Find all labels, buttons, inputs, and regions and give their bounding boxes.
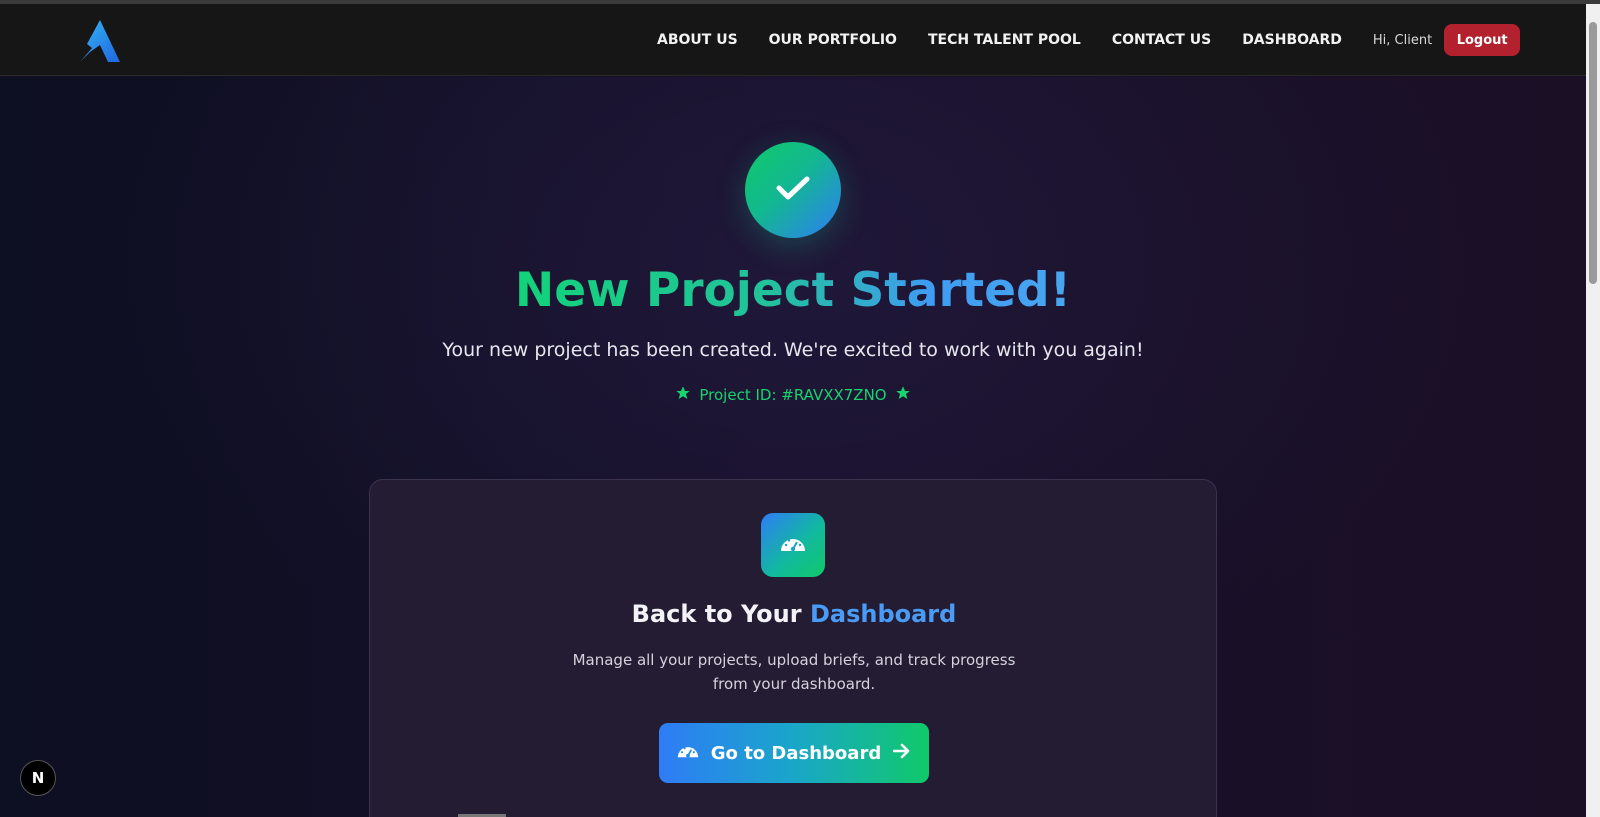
nav-contact-us[interactable]: CONTACT US [1112, 32, 1211, 48]
card-description: Manage all your projects, upload briefs,… [370, 648, 1218, 696]
logout-button[interactable]: Logout [1444, 24, 1521, 56]
go-to-dashboard-label: Go to Dashboard [710, 742, 882, 764]
page-subtitle: Your new project has been created. We're… [442, 339, 1144, 361]
go-to-dashboard-button[interactable]: Go to Dashboard [659, 723, 929, 783]
nav-tech-talent-pool[interactable]: TECH TALENT POOL [928, 32, 1081, 48]
navbar: ABOUT US OUR PORTFOLIO TECH TALENT POOL … [0, 4, 1586, 76]
user-greeting: Hi, Client [1372, 32, 1433, 48]
page-title: New Project Started! [0, 263, 1586, 318]
star-icon [675, 385, 691, 405]
page-title-text: New Project Started! [514, 263, 1072, 318]
gauge-icon [780, 533, 806, 558]
star-icon [895, 385, 911, 405]
main-content: New Project Started! Your new project ha… [0, 77, 1586, 817]
check-icon [776, 175, 810, 206]
nextjs-dev-badge[interactable]: N [20, 760, 56, 796]
card-title: Back to Your Dashboard [370, 600, 1218, 628]
scrollbar-thumb[interactable] [1589, 22, 1597, 284]
main-nav: ABOUT US OUR PORTFOLIO TECH TALENT POOL … [657, 4, 1521, 76]
card-icon-tile [761, 513, 825, 577]
nav-our-portfolio[interactable]: OUR PORTFOLIO [769, 32, 897, 48]
success-badge [745, 142, 841, 238]
nav-dashboard[interactable]: DASHBOARD [1242, 32, 1342, 48]
card-title-accent: Dashboard [809, 600, 957, 628]
project-id-row: Project ID: #RAVXX7ZNO [0, 385, 1586, 405]
card-title-prefix: Back to Your [631, 600, 810, 628]
brand-logo[interactable] [78, 18, 122, 64]
card-desc-line2: from your dashboard. [712, 675, 876, 693]
gauge-icon [677, 742, 699, 764]
nav-about-us[interactable]: ABOUT US [657, 32, 738, 48]
project-id-text: Project ID: #RAVXX7ZNO [699, 386, 887, 404]
card-desc-line1: Manage all your projects, upload briefs,… [572, 651, 1016, 669]
dashboard-card: Back to Your Dashboard Manage all your p… [369, 479, 1217, 817]
arrow-right-icon [892, 743, 911, 764]
